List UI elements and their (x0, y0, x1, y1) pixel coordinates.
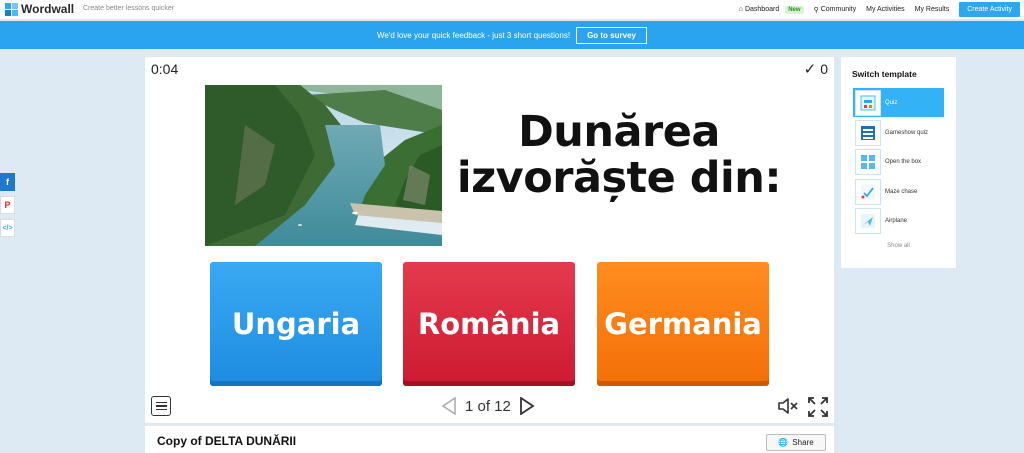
template-open-the-box[interactable]: Open the box (853, 147, 944, 176)
nav-my-results-label: My Results (914, 6, 950, 13)
nav-my-results[interactable]: My Results (915, 6, 950, 13)
previous-arrow-icon[interactable] (441, 397, 457, 415)
pinterest-share-icon[interactable]: P (0, 196, 15, 214)
template-label: Quiz (885, 99, 898, 106)
next-arrow-icon[interactable] (519, 397, 535, 415)
open-the-box-thumbnail-icon (855, 148, 881, 175)
globe-icon: 🌐 (778, 438, 789, 447)
feedback-text: We'd love your quick feedback - just 3 s… (377, 30, 571, 40)
nav-community[interactable]: ⚲ Community (814, 6, 857, 14)
show-all-link[interactable]: Show all (841, 243, 956, 249)
nav-dashboard-label: Dashboard (744, 6, 780, 13)
maze-chase-thumbnail-icon (855, 178, 881, 205)
nav-dashboard[interactable]: ⌂ Dashboard New (738, 5, 804, 14)
answer-option-2[interactable]: România (403, 262, 575, 386)
logo-text: Wordwall (21, 2, 75, 16)
template-gameshow-quiz[interactable]: Gameshow quiz (853, 118, 944, 147)
wordwall-logo[interactable]: Wordwall (5, 2, 74, 16)
quiz-thumbnail-icon (855, 89, 881, 116)
answer-option-3[interactable]: Germania (597, 262, 769, 386)
quiz-game-panel: 0:04 ✓ 0 Dunărea izvorăște din: Ungaria … (145, 57, 834, 423)
timer: 0:04 (151, 61, 179, 77)
checkmark-icon: ✓ (803, 61, 817, 78)
game-controls: 1 of 12 (145, 394, 834, 422)
score-display: ✓ 0 (804, 60, 828, 78)
activity-info: Copy of DELTA DUNĂRII 🌐 Share (145, 425, 834, 453)
main-nav: ⌂ Dashboard New ⚲ Community My Activitie… (739, 0, 1020, 19)
nav-my-activities[interactable]: My Activities (866, 6, 905, 13)
answer-option-1[interactable]: Ungaria (210, 262, 382, 386)
template-quiz[interactable]: Quiz (853, 88, 944, 117)
go-to-survey-button[interactable]: Go to survey (576, 26, 647, 44)
menu-icon[interactable] (151, 396, 171, 416)
social-share-bar: f P </> (0, 173, 15, 242)
switch-template-panel: Switch template Quiz Gameshow quiz Open … (841, 57, 956, 268)
embed-code-icon[interactable]: </> (0, 219, 15, 237)
sound-mute-icon[interactable] (777, 396, 799, 416)
question-line-2: izvorăște din: (456, 153, 782, 204)
gameshow-thumbnail-icon (855, 119, 881, 146)
airplane-thumbnail-icon (855, 207, 881, 234)
question-pager: 1 of 12 (441, 394, 535, 418)
create-activity-button[interactable]: Create Activity (959, 2, 1020, 17)
page-indicator: 1 of 12 (465, 397, 511, 415)
share-button[interactable]: 🌐 Share (766, 434, 826, 451)
template-label: Maze chase (885, 188, 918, 195)
nav-my-activities-label: My Activities (866, 6, 905, 13)
question-text: Dunărea izvorăște din: (449, 109, 789, 202)
template-label: Open the box (885, 158, 922, 165)
new-badge: New (785, 5, 804, 14)
nav-community-label: Community (820, 6, 857, 13)
score-value: 0 (820, 61, 828, 77)
share-label: Share (792, 438, 814, 447)
template-label: Airplane (885, 217, 908, 224)
tagline: Create better lessons quicker (83, 5, 175, 12)
river-gorge-image (205, 85, 442, 246)
template-maze-chase[interactable]: Maze chase (853, 177, 944, 206)
feedback-banner: We'd love your quick feedback - just 3 s… (0, 21, 1024, 49)
question-image (205, 85, 442, 246)
fullscreen-icon[interactable] (807, 396, 829, 418)
activity-title: Copy of DELTA DUNĂRII (157, 434, 297, 448)
facebook-share-icon[interactable]: f (0, 173, 15, 191)
search-icon: ⚲ (813, 6, 819, 14)
logo-icon (5, 2, 18, 16)
template-airplane[interactable]: Airplane (853, 206, 944, 235)
home-icon: ⌂ (738, 6, 743, 13)
question-line-1: Dunărea (518, 107, 720, 157)
top-navigation-bar: Wordwall Create better lessons quicker ⌂… (0, 0, 1024, 20)
switch-template-title: Switch template (852, 69, 917, 79)
template-label: Gameshow quiz (885, 129, 929, 136)
